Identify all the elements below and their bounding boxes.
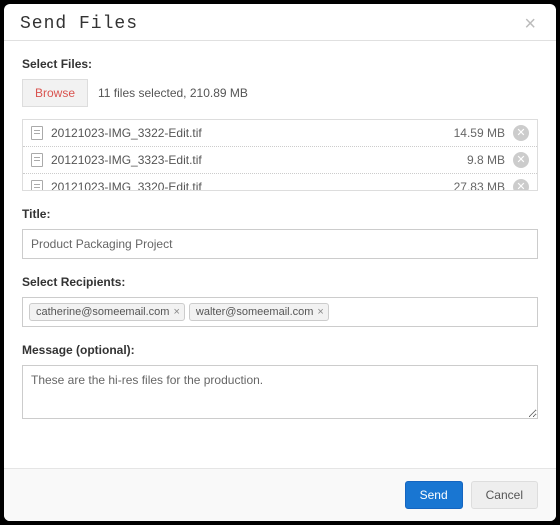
message-label: Message (optional): <box>22 343 538 357</box>
remove-file-icon[interactable]: ✕ <box>513 179 529 191</box>
file-icon <box>31 153 43 167</box>
file-icon <box>31 180 43 191</box>
browse-row: Browse 11 files selected, 210.89 MB <box>22 79 538 107</box>
close-icon[interactable]: × <box>520 14 540 34</box>
files-summary: 11 files selected, 210.89 MB <box>98 86 248 100</box>
select-files-label: Select Files: <box>22 57 538 71</box>
file-name: 20121023-IMG_3322-Edit.tif <box>51 126 454 140</box>
title-label: Title: <box>22 207 538 221</box>
file-size: 27.83 MB <box>454 180 505 191</box>
remove-file-icon[interactable]: ✕ <box>513 125 529 141</box>
file-list[interactable]: 20121023-IMG_3322-Edit.tif 14.59 MB ✕ 20… <box>22 119 538 191</box>
dialog-body: Select Files: Browse 11 files selected, … <box>4 41 556 468</box>
file-name: 20121023-IMG_3320-Edit.tif <box>51 180 454 191</box>
remove-recipient-icon[interactable]: × <box>317 306 323 318</box>
recipient-email: catherine@someemail.com <box>36 306 169 318</box>
file-row: 20121023-IMG_3322-Edit.tif 14.59 MB ✕ <box>23 120 537 147</box>
file-icon <box>31 126 43 140</box>
send-button[interactable]: Send <box>405 481 463 509</box>
remove-recipient-icon[interactable]: × <box>173 306 179 318</box>
file-size: 14.59 MB <box>454 126 505 140</box>
recipient-chip: catherine@someemail.com × <box>29 303 185 321</box>
recipients-label: Select Recipients: <box>22 275 538 289</box>
dialog-header: Send Files × <box>4 4 556 41</box>
send-files-dialog: Send Files × Select Files: Browse 11 fil… <box>4 4 556 521</box>
remove-file-icon[interactable]: ✕ <box>513 152 529 168</box>
message-textarea[interactable] <box>22 365 538 419</box>
recipient-email: walter@someemail.com <box>196 306 314 318</box>
file-name: 20121023-IMG_3323-Edit.tif <box>51 153 467 167</box>
file-row: 20121023-IMG_3320-Edit.tif 27.83 MB ✕ <box>23 174 537 191</box>
recipients-input[interactable]: catherine@someemail.com × walter@someema… <box>22 297 538 327</box>
dialog-title: Send Files <box>20 14 138 34</box>
cancel-button[interactable]: Cancel <box>471 481 538 509</box>
file-row: 20121023-IMG_3323-Edit.tif 9.8 MB ✕ <box>23 147 537 174</box>
title-input[interactable] <box>22 229 538 259</box>
dialog-footer: Send Cancel <box>4 468 556 521</box>
recipient-chip: walter@someemail.com × <box>189 303 329 321</box>
browse-button[interactable]: Browse <box>22 79 88 107</box>
file-size: 9.8 MB <box>467 153 505 167</box>
